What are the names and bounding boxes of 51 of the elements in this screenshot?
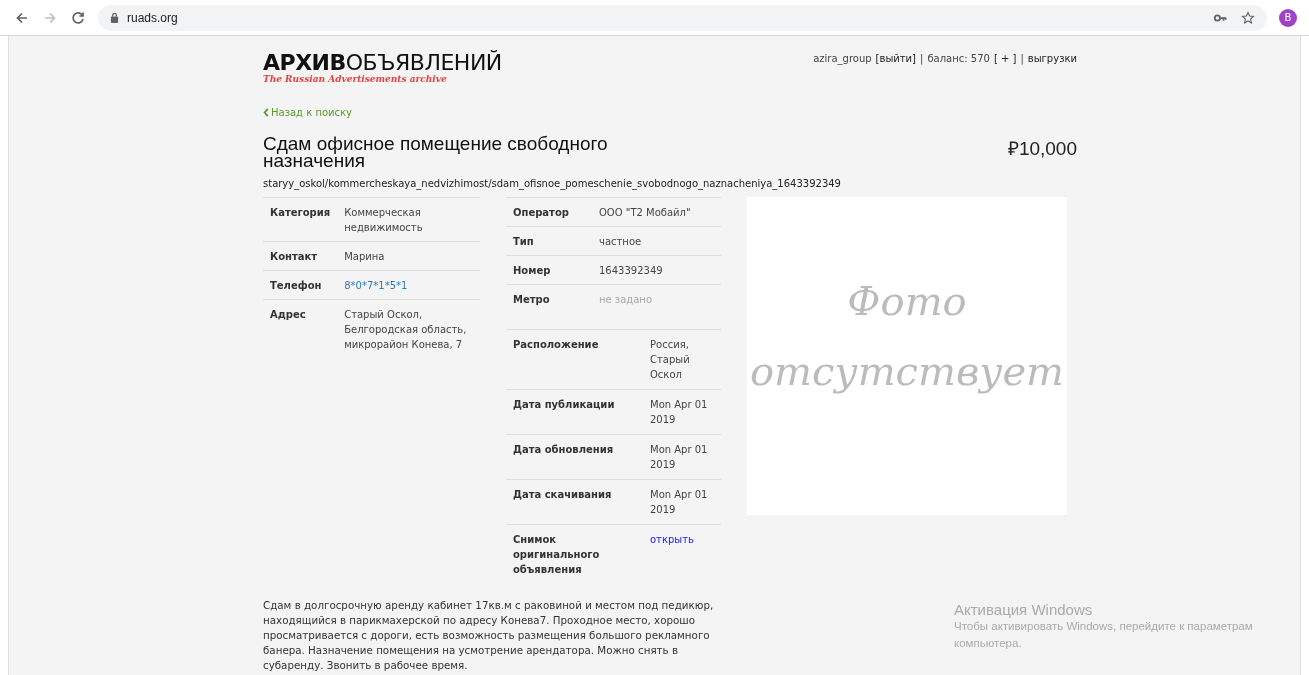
field-label: Дата обновления (506, 434, 643, 480)
account-text: баланс: 570 (927, 53, 990, 66)
account-text: | (1020, 53, 1024, 67)
placeholder-text: отсутствует (750, 347, 1064, 396)
site-logo[interactable]: АРХИВОБЪЯВЛЕНИЙ (263, 50, 502, 75)
profile-avatar[interactable]: B (1279, 8, 1297, 27)
star-icon[interactable] (1241, 10, 1255, 25)
field-value: Марина (344, 251, 385, 262)
field-label: Расположение (506, 329, 643, 390)
field-label: Дата скачивания (506, 479, 643, 525)
field-label: Метро (506, 284, 592, 329)
field-label: Телефон (263, 270, 338, 300)
field-label: Адрес (263, 299, 338, 358)
field-value: 1643392349 (599, 265, 663, 276)
account-link[interactable]: [выйти] (875, 53, 917, 84)
phone-link[interactable]: 8*0*7*1*5*1 (344, 280, 408, 291)
field-label: Оператор (506, 197, 592, 227)
field-label: Дата публикации (506, 389, 643, 435)
chevron-icon (263, 108, 269, 117)
reload-icon[interactable] (70, 9, 86, 26)
field-value: Mon Apr 01 2019 (650, 444, 708, 470)
field-value: частное (599, 236, 642, 247)
placeholder-text: Фото (847, 277, 967, 326)
field-label: Категория (263, 197, 338, 242)
listing-path: staryy_oskol/kommercheskaya_nedvizhimost/sdam_ofisnoe_pomeschenie_svobodnogo_naznacheniya_1643392349 (263, 178, 842, 189)
field-value: Коммерческая недвижимость (344, 207, 423, 233)
field-value: Россия, Старый Оскол (650, 339, 690, 380)
account-link[interactable]: [ + ] (993, 53, 1017, 84)
field-label: Номер (506, 255, 592, 285)
address-bar[interactable]: ruads.org (98, 4, 1267, 31)
listing-description: Сдам в долгосрочную аренду кабинет 17кв.м с раковиной и местом под педикюр, находящийся в парикмахерской по адресу Конева7. Проходное место, хорошо просматривается с дороги, есть возможность размещения большого рекламного банера. Назначение помещения на усмотрение арендатора. Можно снять в субаренду. Звонить в рабочее время. (263, 598, 715, 673)
listing-price: ₽10,000 (1007, 137, 1077, 161)
field-value: ООО "Т2 Мобайл" (599, 207, 691, 218)
url-text: ruads.org (127, 10, 178, 25)
field-label: Снимок оригинального объявления (506, 524, 643, 584)
field-label: Тип (506, 226, 592, 256)
activation-text: Чтобы активировать Windows, перейдите к параметрам (954, 619, 1253, 634)
field-value: не задано (599, 294, 652, 305)
activation-title: Активация Windows (954, 601, 1094, 618)
account-text: azira_group (813, 53, 872, 67)
field-value: Старый Оскол, Белгородская область, микрорайон Конева, 7 (344, 309, 467, 350)
account-link[interactable]: выгрузки (1027, 53, 1077, 84)
field-label: Контакт (263, 241, 338, 271)
account-text: | (920, 53, 924, 67)
activation-text: компьютера. (954, 636, 1023, 651)
field-value: Mon Apr 01 2019 (650, 399, 708, 425)
field-value: Mon Apr 01 2019 (650, 489, 708, 515)
site-tagline: The Russian Advertisements archive (263, 74, 448, 84)
open-link[interactable]: открыть (650, 534, 694, 545)
listing-title: Сдам офисное помещение свободного назначения (263, 135, 609, 169)
lock-icon (110, 12, 119, 23)
